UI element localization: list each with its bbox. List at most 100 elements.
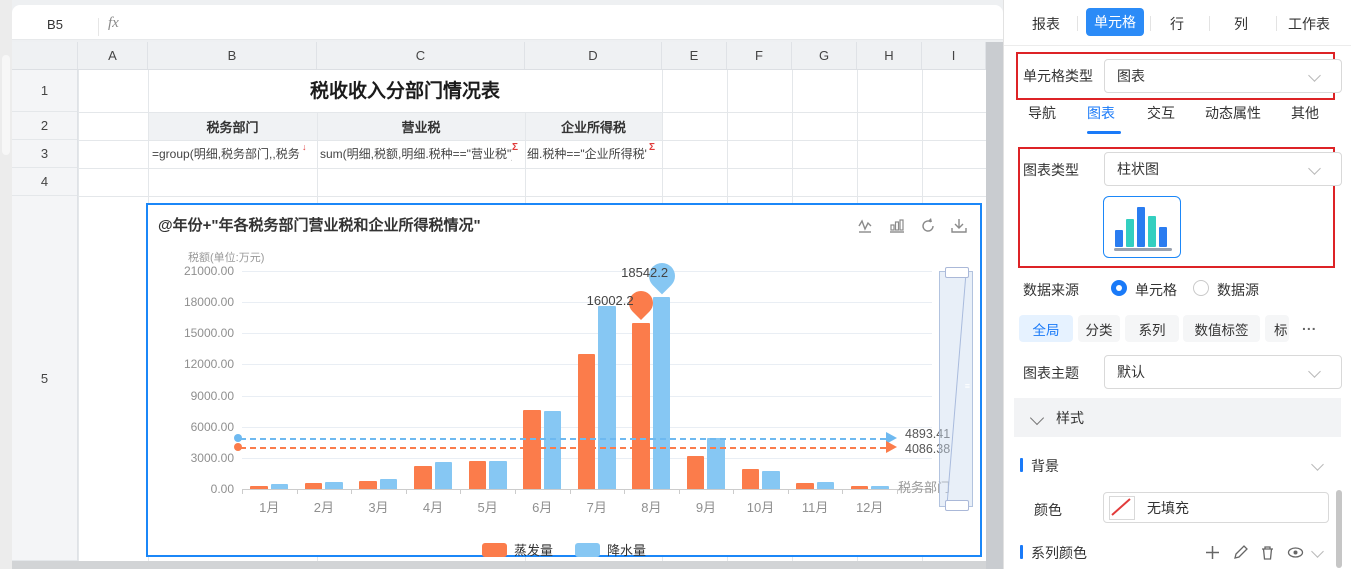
chevron-down-icon[interactable] [1311, 545, 1324, 558]
styletab-category[interactable]: 分类 [1078, 315, 1120, 342]
chart-theme-value: 默认 [1117, 362, 1145, 382]
more-tabs-button[interactable]: ... [1302, 317, 1317, 333]
radio-datasource-label[interactable]: 数据源 [1217, 280, 1259, 300]
cell-type-dropdown[interactable]: 图表 [1104, 59, 1342, 93]
bar-蒸发量-11月 [796, 483, 814, 489]
bar-蒸发量-2月 [305, 483, 323, 489]
row-header-1[interactable]: 1 [12, 70, 77, 112]
formula-cell-c3[interactable]: sum(明细,税额,明细.税种=="营业税") [320, 145, 512, 162]
header-cell-dept[interactable]: 税务部门 [148, 112, 317, 140]
column-header-F[interactable]: F [727, 42, 792, 69]
legend-item[interactable]: 蒸发量 [482, 540, 553, 559]
divider [1209, 16, 1210, 31]
gridline [78, 196, 986, 197]
styletab-global[interactable]: 全局 [1019, 315, 1073, 342]
chart-cell-b5[interactable]: @年份+"年各税务部门营业税和企业所得税情况" 税额(单位:万元) 21000.… [146, 203, 982, 557]
column-header-B[interactable]: B [148, 42, 317, 69]
radio-datasource[interactable] [1193, 280, 1209, 296]
chart-plot-area: 21000.0018000.0015000.0012000.009000.006… [148, 205, 984, 559]
column-header-C[interactable]: C [317, 42, 525, 69]
subtab-chart[interactable]: 图表 [1087, 103, 1115, 123]
styletab-series[interactable]: 系列 [1125, 315, 1179, 342]
style-section-header[interactable]: 样式 [1014, 398, 1341, 437]
average-line-arrow [886, 441, 897, 453]
slider-handle-top[interactable] [945, 267, 969, 278]
background-color-picker[interactable]: 无填充 [1103, 492, 1329, 523]
slider-handle-bottom[interactable] [945, 500, 969, 511]
data-zoom-slider[interactable]: ≡ [939, 271, 973, 507]
bar-降水量-12月 [871, 486, 889, 489]
row-header-3[interactable]: 3 [12, 140, 77, 168]
eye-icon[interactable] [1287, 544, 1304, 561]
slider-grip[interactable]: ≡ [965, 384, 970, 388]
tab-worksheet[interactable]: 工作表 [1288, 14, 1330, 34]
fx-icon[interactable]: fx [108, 15, 119, 32]
styletab-title-clipped[interactable]: 标 [1265, 315, 1289, 342]
background-section-label: 背景 [1031, 456, 1059, 476]
column-header-H[interactable]: H [857, 42, 922, 69]
row-header-2[interactable]: 2 [12, 112, 77, 140]
chart-theme-dropdown[interactable]: 默认 [1104, 355, 1342, 389]
legend-item[interactable]: 降水量 [575, 540, 646, 559]
y-tick-label: 9000.00 [156, 389, 234, 403]
column-headers: ABCDEFGHI [12, 42, 986, 70]
cell-type-label: 单元格类型 [1023, 66, 1093, 86]
x-axis-tick [733, 489, 734, 494]
row-header-4[interactable]: 4 [12, 168, 77, 196]
x-axis-tick [460, 489, 461, 494]
column-chart-thumbnail[interactable] [1103, 196, 1181, 258]
vertical-scrollbar[interactable] [986, 42, 1003, 569]
panel-scrollbar[interactable] [1336, 490, 1342, 568]
column-header-G[interactable]: G [792, 42, 857, 69]
chart-type-dropdown[interactable]: 柱状图 [1104, 152, 1342, 186]
column-header-I[interactable]: I [922, 42, 986, 69]
subtab-dynamic-attrs[interactable]: 动态属性 [1205, 103, 1261, 123]
chevron-down-icon[interactable] [1311, 458, 1324, 471]
bar-降水量-3月 [380, 479, 398, 489]
gridline [78, 140, 986, 141]
y-tick-label: 15000.00 [156, 326, 234, 340]
horizontal-scrollbar[interactable] [12, 561, 986, 569]
corner-cell[interactable] [12, 42, 78, 69]
subtab-other[interactable]: 其他 [1291, 103, 1319, 123]
max-value-label: 16002.2 [580, 293, 640, 308]
plus-icon[interactable] [1204, 544, 1221, 561]
gridline [78, 112, 986, 113]
report-title-cell[interactable]: 税收收入分部门情况表 [148, 76, 662, 103]
row-header-5[interactable]: 5 [12, 196, 77, 561]
max-value-label: 18542.2 [615, 265, 675, 280]
settings-panel: 报表 单元格 行 列 工作表 单元格类型 图表 导航 图表 交互 动态属性 其他… [1003, 0, 1351, 569]
left-panel-handle[interactable] [2, 55, 10, 155]
formula-cell-d3[interactable]: 细.税种=="企业所得税") [527, 145, 647, 162]
x-axis-tick [515, 489, 516, 494]
thumb-bar [1115, 230, 1123, 247]
header-cell-business-tax[interactable]: 营业税 [317, 112, 525, 140]
bar-蒸发量-7月 [578, 354, 596, 489]
formula-bar: B5 fx [12, 5, 1003, 40]
radio-cell-label[interactable]: 单元格 [1135, 280, 1177, 300]
legend-label: 蒸发量 [514, 540, 553, 559]
formula-cell-b3[interactable]: =group(明细,税务部门,,税务部 [152, 145, 300, 162]
tab-column[interactable]: 列 [1234, 14, 1248, 34]
column-header-A[interactable]: A [78, 42, 148, 69]
x-tick-label: 9月 [679, 497, 734, 516]
tab-row[interactable]: 行 [1170, 14, 1184, 34]
edit-icon[interactable] [1232, 544, 1249, 561]
radio-cell-selected[interactable] [1111, 280, 1127, 296]
subtab-navigation[interactable]: 导航 [1028, 103, 1056, 123]
subtab-interaction[interactable]: 交互 [1147, 103, 1175, 123]
delete-icon[interactable] [1259, 544, 1276, 561]
styletab-value-labels[interactable]: 数值标签 [1183, 315, 1260, 342]
column-header-E[interactable]: E [662, 42, 727, 69]
header-cell-corporate-tax[interactable]: 企业所得税 [525, 112, 662, 140]
cell-reference[interactable]: B5 [26, 17, 84, 32]
column-header-D[interactable]: D [525, 42, 662, 69]
bar-蒸发量-10月 [742, 469, 760, 489]
tab-cell[interactable]: 单元格 [1086, 8, 1144, 36]
x-axis-tick [242, 489, 243, 494]
bar-蒸发量-6月 [523, 410, 541, 489]
tab-report[interactable]: 报表 [1032, 14, 1060, 34]
active-tab-underline [1087, 131, 1121, 134]
thumb-bar [1159, 227, 1167, 247]
x-axis-tick [297, 489, 298, 494]
